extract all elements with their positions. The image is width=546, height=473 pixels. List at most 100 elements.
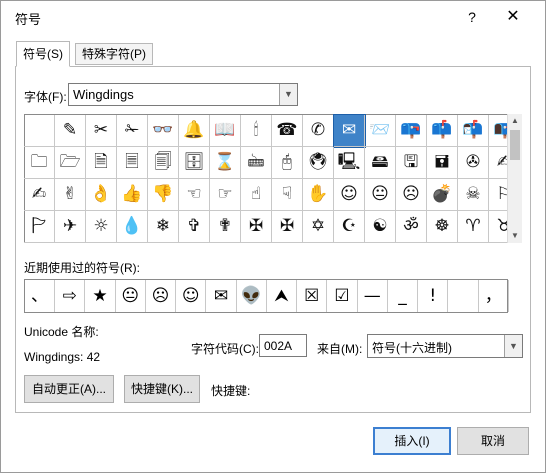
recent-symbol-cell[interactable]: ★	[86, 280, 116, 312]
symbol-cell[interactable]: ✠	[241, 211, 272, 243]
symbol-cell[interactable]: ✂	[86, 115, 117, 147]
symbol-cell[interactable]: 📪	[396, 115, 427, 147]
scroll-thumb[interactable]	[510, 130, 520, 160]
symbol-cell[interactable]: 📖	[210, 115, 241, 147]
symbol-cell[interactable]: 📫	[427, 115, 458, 147]
recent-symbol-cell[interactable]: ⮝	[267, 280, 297, 312]
symbol-cell[interactable]: ✍	[24, 179, 55, 211]
symbol-cell[interactable]: 🗎	[86, 147, 117, 179]
font-select[interactable]: Wingdings ▼	[68, 83, 298, 106]
from-select[interactable]: 符号(十六进制) ▼	[367, 334, 523, 358]
symbol-cell[interactable]: ✌	[55, 179, 86, 211]
recent-symbol-cell[interactable]: _	[388, 280, 418, 312]
symbol-cell[interactable]: ✁	[117, 115, 148, 147]
recent-symbol-cell[interactable]: 、	[25, 280, 55, 312]
symbol-cell[interactable]: 👓	[148, 115, 179, 147]
recent-symbol-cell[interactable]: !	[418, 280, 449, 312]
symbol-cell[interactable]: 📨	[365, 115, 396, 147]
symbol-cell[interactable]: 📬	[458, 115, 489, 147]
symbol-cell[interactable]: 🗏	[117, 147, 148, 179]
symbol-cell[interactable]: ✟	[210, 211, 241, 243]
from-value: 符号(十六进制)	[372, 341, 452, 355]
recent-symbol-cell[interactable]	[449, 280, 479, 312]
symbol-cell[interactable]: ॐ	[396, 211, 427, 243]
symbol-cell[interactable]: 👍	[117, 179, 148, 211]
recent-symbol-cell[interactable]: ☺	[176, 280, 207, 312]
symbol-cell[interactable]: ☺	[334, 179, 365, 211]
scroll-up-icon[interactable]: ▲	[508, 114, 522, 128]
symbol-cell[interactable]: ☪	[334, 211, 365, 243]
symbol-cell[interactable]: ☼	[86, 211, 117, 243]
symbol-cell[interactable]: 🖬	[427, 147, 458, 179]
chevron-down-icon[interactable]: ▼	[279, 84, 297, 105]
autocorrect-button[interactable]: 自动更正(A)...	[24, 375, 114, 403]
symbol-cell[interactable]: ☯	[365, 211, 396, 243]
recent-symbol-cell[interactable]: ☹	[146, 280, 176, 312]
recent-symbols-row: 、 ⇨ ★ 😐 ☹ ☺ ✉ 👽 ⮝ ☒ ☑ — _! ，	[24, 279, 509, 313]
symbol-cell[interactable]: 👎	[148, 179, 179, 211]
symbol-cell[interactable]: ✡	[303, 211, 334, 243]
recent-symbol-cell[interactable]: 😐	[116, 280, 146, 312]
symbol-cell[interactable]: ❄	[148, 211, 179, 243]
recent-symbol-cell[interactable]: ，	[479, 280, 509, 312]
symbol-cell[interactable]: 🖲	[303, 147, 334, 179]
symbol-cell[interactable]: 🖫	[396, 147, 427, 179]
tab-special-characters[interactable]: 特殊字符(P)	[75, 43, 153, 65]
symbol-cell[interactable]: 🗐	[148, 147, 179, 179]
symbol-cell[interactable]: ☝	[241, 179, 272, 211]
symbol-cell[interactable]: ✇	[458, 147, 489, 179]
recent-symbol-cell[interactable]: —	[358, 280, 388, 312]
cancel-button[interactable]: 取消	[457, 427, 529, 455]
close-button[interactable]: ✕	[501, 7, 525, 27]
symbol-cell[interactable]: 🖰	[272, 147, 303, 179]
help-button[interactable]: ?	[460, 7, 484, 27]
symbol-cell[interactable]: 🖴	[365, 147, 396, 179]
symbol-cell[interactable]: ☜	[179, 179, 210, 211]
recent-symbol-cell[interactable]: ☒	[297, 280, 328, 312]
symbol-cell[interactable]	[24, 115, 55, 147]
insert-button[interactable]: 插入(I)	[373, 427, 451, 455]
symbol-cell[interactable]: ✉	[333, 114, 366, 148]
symbol-cell[interactable]: ♈	[458, 211, 489, 243]
symbol-cell[interactable]: 🕯	[241, 115, 272, 147]
symbol-cell[interactable]: 😐	[365, 179, 396, 211]
symbol-cell[interactable]: 🖮	[241, 147, 272, 179]
symbol-cell[interactable]: 👌	[86, 179, 117, 211]
scroll-down-icon[interactable]: ▼	[508, 229, 522, 243]
recent-symbol-cell[interactable]: ☑	[328, 280, 358, 312]
recent-symbol-cell[interactable]: ⇨	[55, 280, 86, 312]
symbol-cell[interactable]: ☎	[272, 115, 303, 147]
symbol-cell[interactable]: 🔔	[179, 115, 210, 147]
recent-symbol-cell[interactable]: ✉	[207, 280, 237, 312]
tab-symbols[interactable]: 符号(S)	[16, 41, 70, 67]
symbol-cell[interactable]: 🗁	[55, 147, 86, 179]
symbol-cell[interactable]: ☟	[272, 179, 303, 211]
symbol-cell[interactable]: 🗄	[179, 147, 210, 179]
symbol-cell[interactable]: ☠	[458, 179, 489, 211]
symbol-cell[interactable]: ☞	[210, 179, 241, 211]
symbol-cell[interactable]: ✞	[179, 211, 210, 243]
symbol-cell[interactable]: ✋	[303, 179, 334, 211]
symbol-cell[interactable]: 💣	[427, 179, 458, 211]
symbol-cell[interactable]: 🗀	[24, 147, 55, 179]
symbol-cell[interactable]: ✎	[55, 115, 86, 147]
shortcut-key-button[interactable]: 快捷键(K)...	[124, 375, 200, 403]
symbol-cell[interactable]: ✈	[55, 211, 86, 243]
font-label: 字体(F):	[24, 90, 67, 104]
char-code-input[interactable]: 002A	[259, 334, 307, 357]
char-code-value: 002A	[264, 339, 293, 353]
title-bar: 符号 ? ✕	[1, 1, 545, 33]
recent-symbol-cell[interactable]: 👽	[237, 280, 267, 312]
symbol-cell[interactable]: ⌛	[210, 147, 241, 179]
chevron-down-icon[interactable]: ▼	[504, 335, 522, 357]
symbol-cell[interactable]: ✠	[272, 211, 303, 243]
from-label: 来自(M):	[317, 342, 363, 356]
symbol-cell[interactable]: ☸	[427, 211, 458, 243]
symbol-cell[interactable]: 🖳	[334, 147, 365, 179]
font-value: Wingdings	[73, 87, 134, 102]
symbol-cell[interactable]: ☹	[396, 179, 427, 211]
grid-scrollbar[interactable]: ▲ ▼	[507, 114, 522, 243]
symbol-cell[interactable]: 🏱	[24, 211, 55, 243]
symbol-cell[interactable]: ✆	[303, 115, 334, 147]
symbol-cell[interactable]: 💧	[117, 211, 148, 243]
